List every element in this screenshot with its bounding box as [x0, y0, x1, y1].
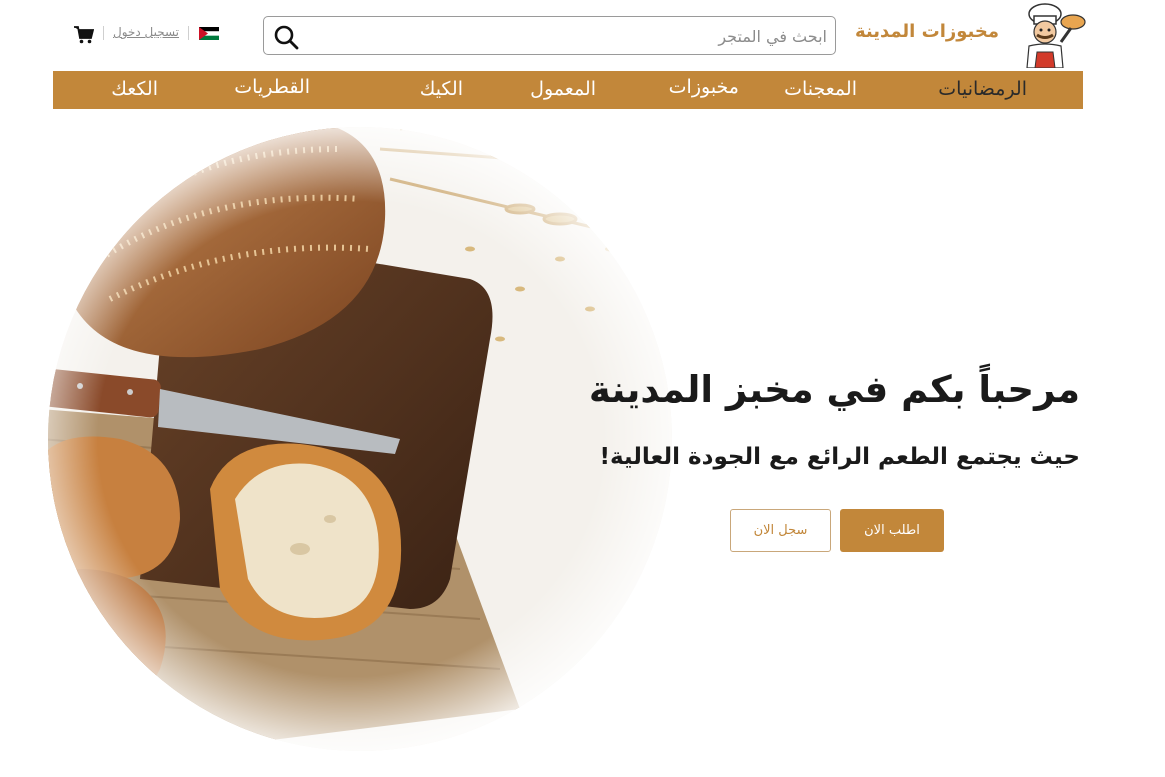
- nav-item-maamoul[interactable]: المعمول: [530, 78, 596, 100]
- hero-subtitle: حيث يجتمع الطعم الرائع مع الجودة العالية…: [599, 444, 1080, 470]
- nav-item-qatariyat[interactable]: القطريات: [234, 76, 310, 98]
- hero-bread-image: [48, 127, 672, 751]
- register-now-button[interactable]: سجل الان: [730, 509, 831, 552]
- nav-item-kaak[interactable]: الكعك: [111, 78, 158, 100]
- order-now-button[interactable]: اطلب الان: [840, 509, 944, 552]
- nav-item-pastries[interactable]: المعجنات: [784, 78, 857, 100]
- nav-item-ramadan[interactable]: الرمضانيات: [938, 78, 1027, 100]
- nav-item-cake[interactable]: الكيك: [420, 78, 463, 100]
- cart-icon[interactable]: [74, 26, 94, 44]
- nav-item-baked-goods[interactable]: مخبوزات: [669, 76, 739, 98]
- header: مخبوزات المدينة تسجيل دخول: [0, 0, 1165, 70]
- jordan-flag-icon[interactable]: [199, 27, 219, 40]
- divider: [188, 26, 189, 40]
- hero-title: مرحباً بكم في مخبز المدينة: [588, 368, 1080, 411]
- divider: [103, 26, 104, 40]
- main-nav: الرمضانيات المعجنات مخبوزات المعمول الكي…: [53, 71, 1083, 109]
- search-input[interactable]: [327, 21, 827, 51]
- search-icon[interactable]: [272, 23, 300, 51]
- chef-logo[interactable]: [1015, 2, 1087, 68]
- search-box: [263, 16, 836, 55]
- login-link[interactable]: تسجيل دخول: [113, 25, 179, 39]
- brand-name[interactable]: مخبوزات المدينة: [855, 21, 999, 42]
